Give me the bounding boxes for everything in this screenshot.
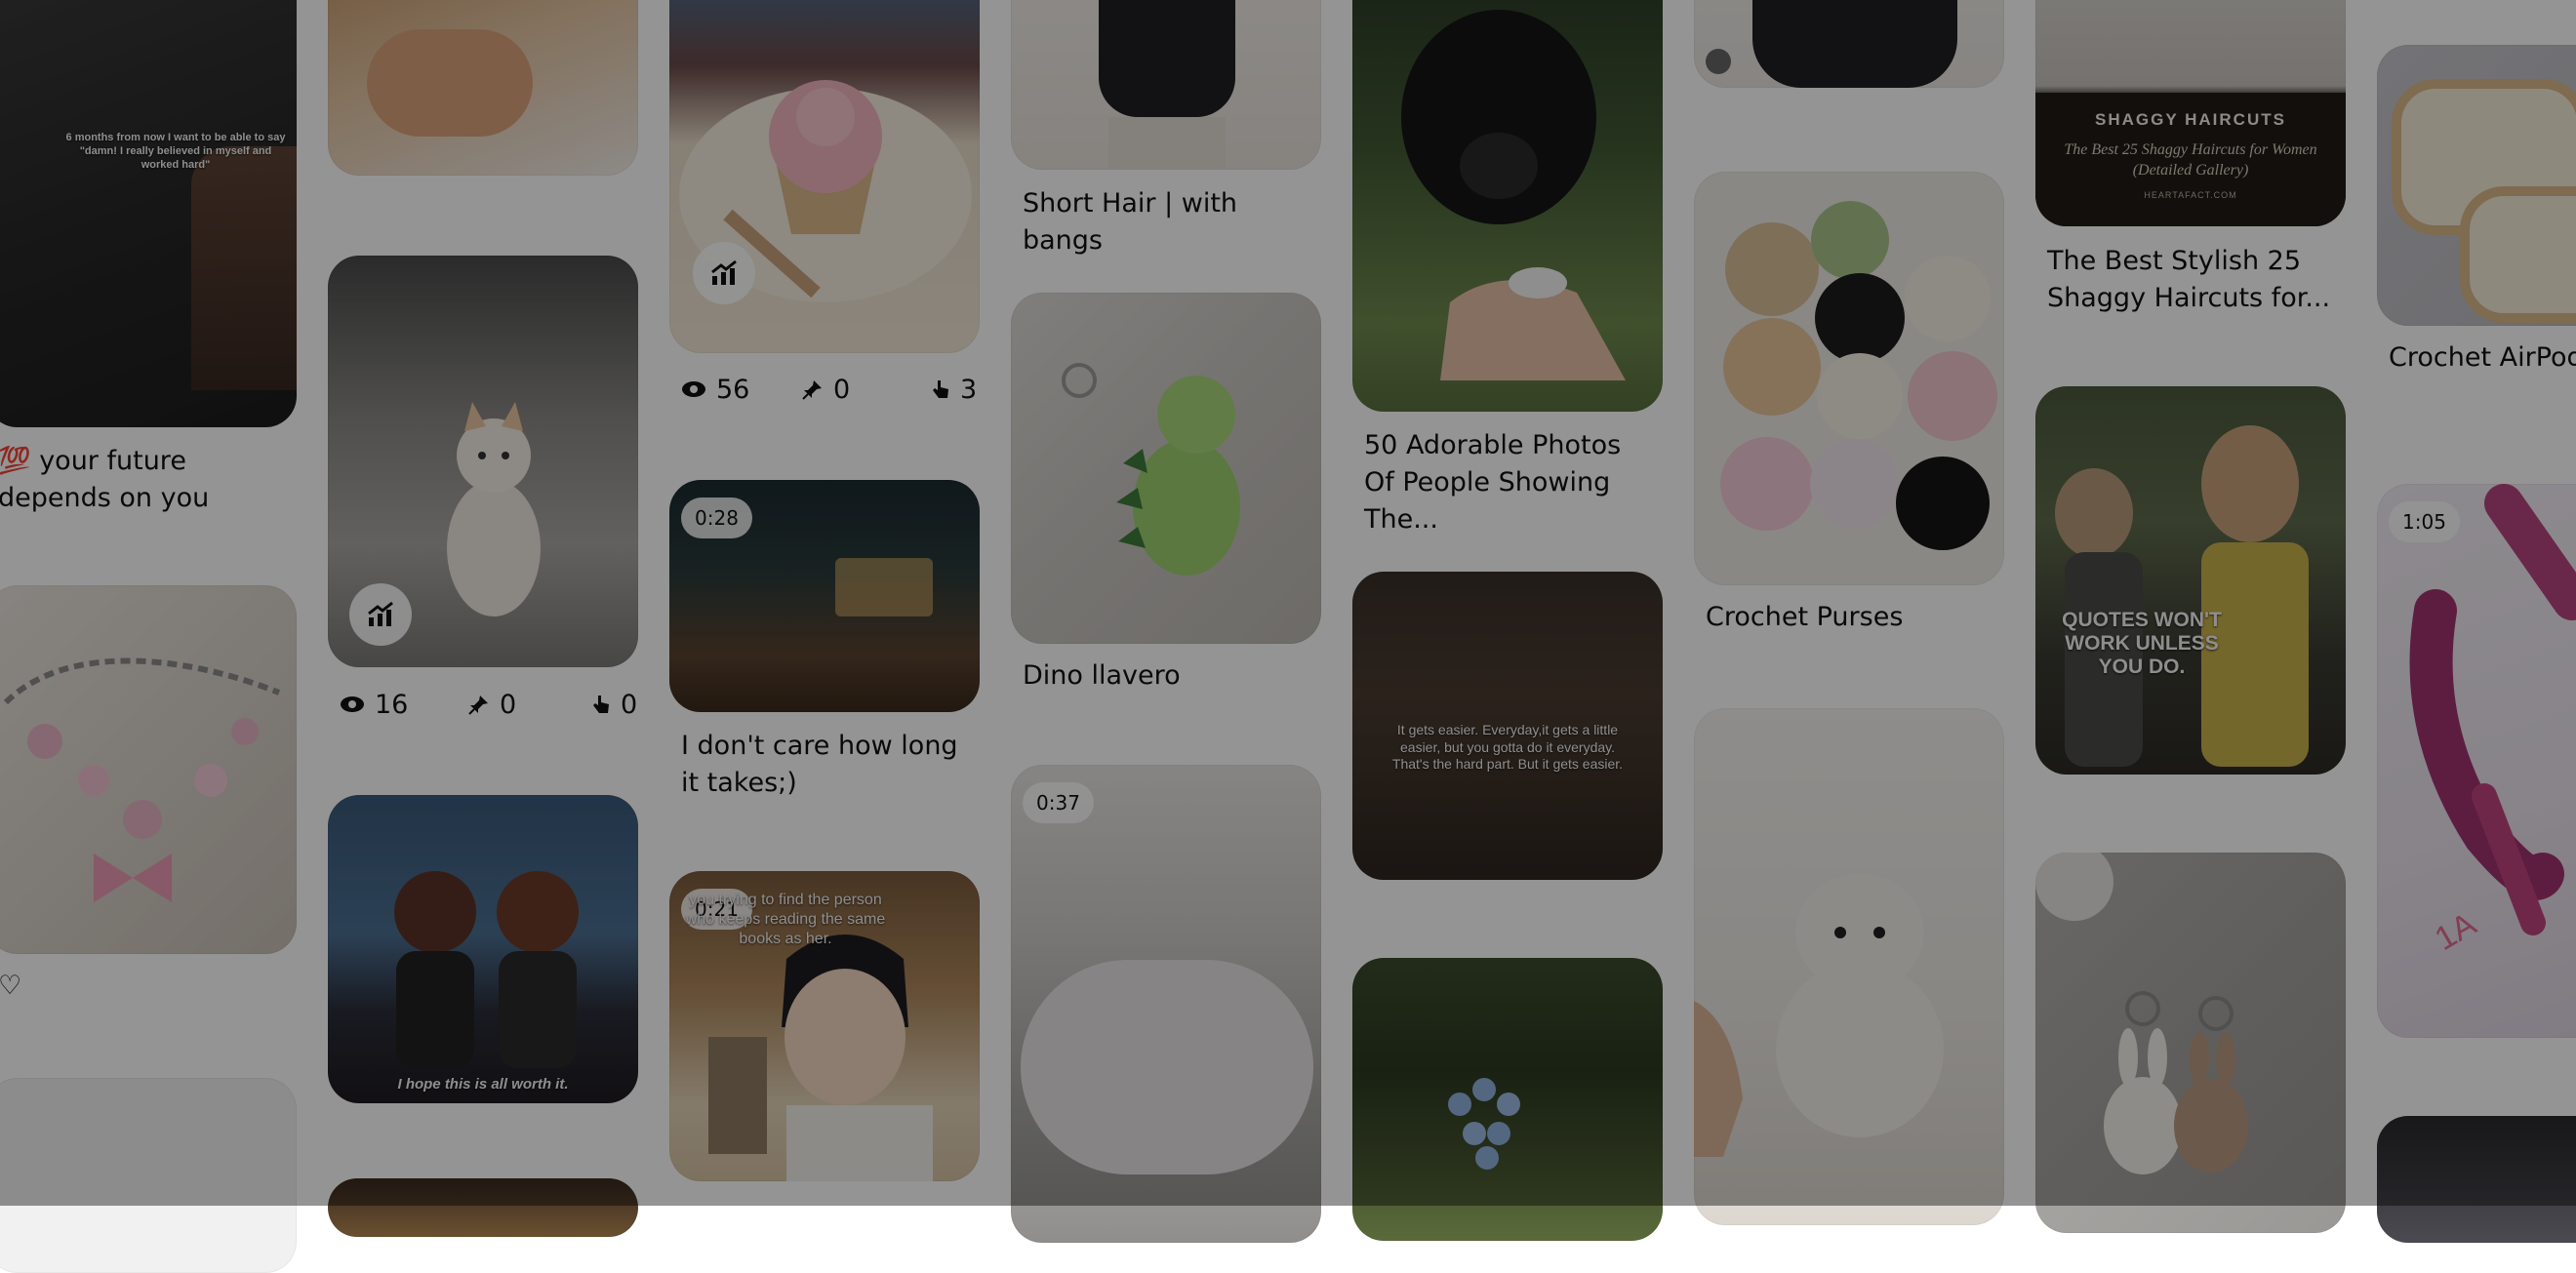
pin-image-icing[interactable]: 0:37 xyxy=(1011,765,1321,1243)
saves-stat: 0 xyxy=(802,370,850,409)
pin-stats: 56 0 3 xyxy=(681,370,977,409)
saves-stat: 0 xyxy=(468,685,516,724)
clicks-stat: 3 xyxy=(931,370,977,409)
pin-stats: 16 0 0 xyxy=(340,685,637,724)
pin-image-flowers[interactable] xyxy=(1352,958,1663,1241)
pin-image-anime-boy[interactable]: 0:21 you trying to find the person who k… xyxy=(669,871,980,1181)
clicks-count: 3 xyxy=(960,374,978,405)
pin-image-anime-girls[interactable]: I hope this is all worth it. xyxy=(328,795,638,1103)
views-stat: 56 xyxy=(681,370,749,409)
anime-caption: I hope this is all worth it. xyxy=(397,1076,569,1093)
trend-up-icon xyxy=(368,601,393,626)
quotes-text: QUOTES WON'T WORK UNLESS YOU DO. xyxy=(2062,609,2222,678)
pin-image-baymax[interactable] xyxy=(1694,708,2004,1225)
person-arm-shape xyxy=(191,146,297,390)
pin-image-short-hair[interactable] xyxy=(1011,0,1321,170)
pin-title[interactable]: Short Hair | with bangs xyxy=(1023,185,1315,259)
banner-heading: SHAGGY HAIRCUTS xyxy=(2095,110,2286,129)
pin-icon xyxy=(802,380,822,400)
pin-title[interactable]: I don't care how long it takes;) xyxy=(681,728,974,802)
bunny-keychains-illustration xyxy=(2035,853,2248,1174)
pin-title[interactable]: The Best Stylish 25 Shaggy Haircuts for.… xyxy=(2047,243,2340,317)
pin-image-bunny-keychains[interactable] xyxy=(2035,853,2346,1233)
stats-button[interactable] xyxy=(693,242,755,304)
banner-site: HEARTAFACT.COM xyxy=(2144,190,2237,200)
pin-image-shaggy[interactable]: SHAGGY HAIRCUTS The Best 25 Shaggy Hairc… xyxy=(2035,0,2346,226)
stats-button[interactable] xyxy=(349,583,412,646)
video-duration: 1:05 xyxy=(2389,501,2460,542)
crochet-purses-illustration xyxy=(1720,201,1997,550)
bracelet-illustration xyxy=(3,657,281,902)
pin-image-chalkboard[interactable]: 6 months from now I want to be able to s… xyxy=(0,0,297,427)
anime-girls-illustration xyxy=(394,871,579,1068)
dino-illustration xyxy=(1062,363,1240,576)
pin-image-airpod[interactable] xyxy=(2377,45,2576,326)
pointer-hand-icon xyxy=(593,696,609,713)
shaggy-banner: SHAGGY HAIRCUTS The Best 25 Shaggy Hairc… xyxy=(2035,93,2346,226)
views-count: 16 xyxy=(375,689,409,720)
pin-image-kitten[interactable] xyxy=(328,256,638,667)
views-count: 56 xyxy=(716,374,750,405)
lamp-glow xyxy=(835,558,933,617)
visual-search-icon[interactable] xyxy=(1706,49,1731,74)
pin-title[interactable]: Dino llavero xyxy=(1023,657,1315,695)
pin-image-dino[interactable] xyxy=(1011,293,1321,644)
pin-image-top-partial[interactable] xyxy=(1694,0,2004,88)
pin-title[interactable]: 💯 your future depends on you xyxy=(0,443,291,517)
quotes-illustration xyxy=(2055,425,2309,767)
pin-image-crochet-purses[interactable] xyxy=(1694,172,2004,585)
trend-up-icon xyxy=(711,259,737,285)
pin-image-cat-hug[interactable] xyxy=(328,0,638,176)
hands-shape xyxy=(367,29,533,137)
video-duration: 0:37 xyxy=(1023,782,1094,823)
saves-count: 0 xyxy=(500,689,517,720)
pin-icon xyxy=(468,696,488,715)
views-stat: 16 xyxy=(340,685,408,724)
pin-image-puppy[interactable] xyxy=(1352,0,1663,412)
video-duration: 0:28 xyxy=(681,497,752,538)
eye-icon xyxy=(682,381,705,397)
baymax-illustration xyxy=(1694,874,1944,1157)
pin-title[interactable]: Crochet Purses xyxy=(1706,599,1998,636)
pin-title[interactable]: Crochet AirPod case xyxy=(2389,339,2576,377)
pointer-hand-icon xyxy=(933,380,948,398)
flowers-illustration xyxy=(1448,1078,1520,1170)
pants-shape xyxy=(1108,117,1226,170)
pin-image-loading[interactable] xyxy=(0,1078,297,1273)
pin-feed: 6 months from now I want to be able to s… xyxy=(0,0,2576,1273)
pin-title[interactable]: 50 Adorable Photos Of People Showing The… xyxy=(1364,427,1657,538)
gets-easier-text: It gets easier. Everyday,it gets a littl… xyxy=(1391,722,1624,772)
pin-image-partial[interactable] xyxy=(328,1178,638,1237)
chalkboard-text: 6 months from now I want to be able to s… xyxy=(65,132,286,171)
saves-count: 0 xyxy=(833,374,851,405)
cake-piping-illustration xyxy=(2409,484,2576,935)
puppy-illustration xyxy=(1401,10,1626,380)
pin-image-cupcake[interactable] xyxy=(669,0,980,353)
anime-boy-caption: you trying to find the person who keeps … xyxy=(685,892,886,947)
top-shape xyxy=(1099,0,1235,117)
pin-image-gets-easier[interactable]: It gets easier. Everyday,it gets a littl… xyxy=(1352,572,1663,880)
eye-icon xyxy=(341,696,364,712)
banner-sub: The Best 25 Shaggy Haircuts for Women (D… xyxy=(2064,141,2317,179)
pin-image-bracelet[interactable] xyxy=(0,585,297,954)
pin-image-laptop-keychain[interactable] xyxy=(2377,1116,2576,1243)
turntable-shape xyxy=(1021,960,1313,1174)
pin-image-desk-study[interactable]: 0:28 xyxy=(669,480,980,712)
pin-image-cake-piping[interactable]: 1A 1:05 xyxy=(2377,484,2576,1038)
pin-title[interactable]: ♡ xyxy=(0,968,291,1005)
clicks-count: 0 xyxy=(621,689,638,720)
clicks-stat: 0 xyxy=(591,685,637,724)
pin-image-quotes[interactable]: QUOTES WON'T WORK UNLESS YOU DO. xyxy=(2035,386,2346,775)
airpod-case-illustration xyxy=(2392,79,2576,323)
dress-shape xyxy=(1752,0,1957,88)
